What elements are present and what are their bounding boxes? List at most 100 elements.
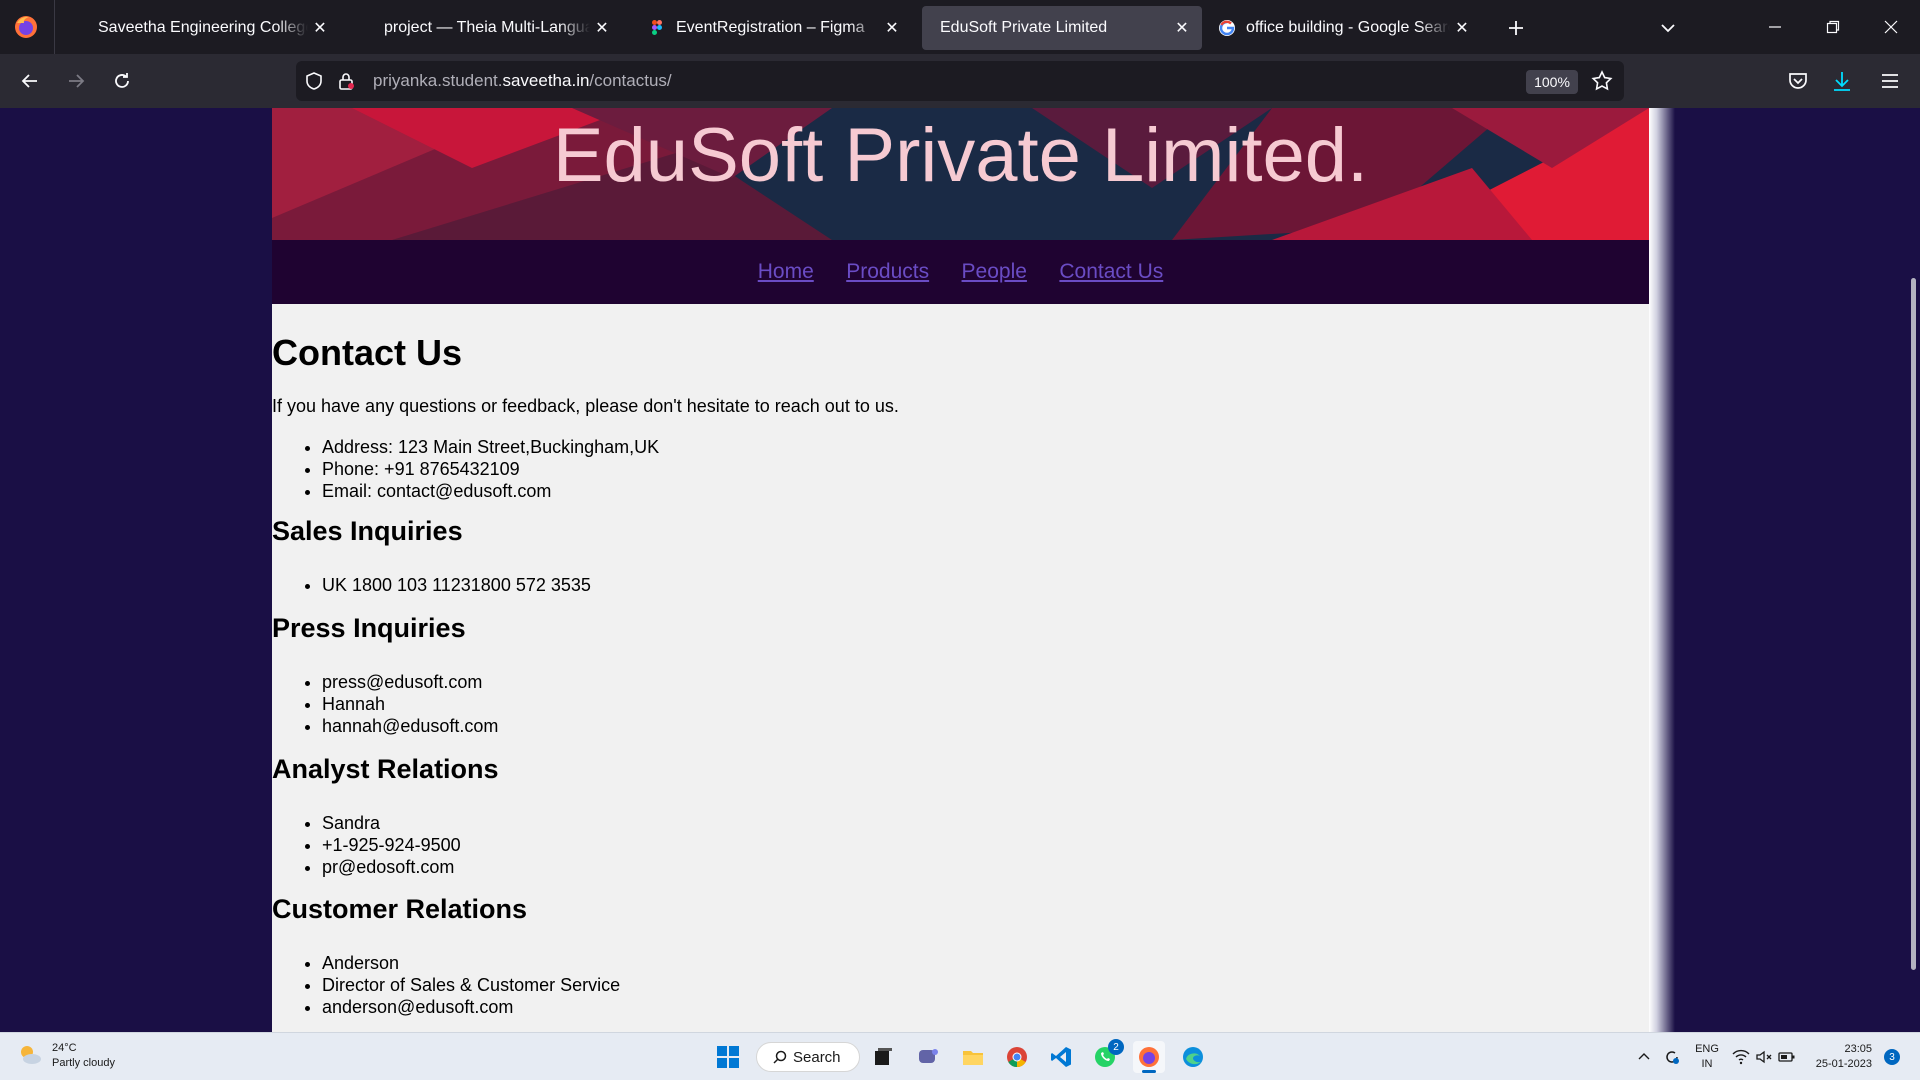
forward-button[interactable]	[60, 65, 92, 97]
back-button[interactable]	[14, 65, 46, 97]
list-item: press@edusoft.com	[322, 671, 498, 693]
page-container: EduSoft Private Limited. Home Products P…	[272, 108, 1649, 1032]
list-item: UK 1800 103 11231800 572 3535	[322, 574, 591, 596]
taskbar-search[interactable]: Search	[756, 1042, 860, 1072]
close-icon[interactable]: ✕	[880, 16, 904, 40]
site-title: EduSoft Private Limited.	[552, 113, 1369, 198]
reload-icon	[115, 73, 129, 88]
nav-link-products[interactable]: Products	[846, 260, 929, 283]
reload-button[interactable]	[106, 65, 138, 97]
tab-separator	[54, 0, 55, 54]
clock[interactable]: 23:05 25-01-2023	[1808, 1042, 1872, 1072]
nav-link-people[interactable]: People	[962, 260, 1027, 283]
page-title: Contact Us	[272, 332, 463, 373]
section-heading-analyst: Analyst Relations	[272, 754, 499, 784]
windows-logo-icon	[717, 1046, 739, 1068]
new-tab-button[interactable]	[1502, 14, 1530, 42]
close-icon[interactable]: ✕	[590, 16, 614, 40]
tab-google-search[interactable]: office building - Google Search ✕	[1210, 6, 1482, 50]
sync-icon	[1666, 1051, 1679, 1064]
list-item-email: Email: contact@edusoft.com	[322, 480, 659, 502]
quick-settings-button[interactable]	[1728, 1041, 1800, 1073]
file-explorer-button[interactable]	[957, 1041, 989, 1073]
tab-saveetha[interactable]: Saveetha Engineering College ✕	[62, 6, 340, 50]
nav-link-home[interactable]: Home	[758, 260, 814, 283]
start-button[interactable]	[712, 1041, 744, 1073]
tab-figma[interactable]: EventRegistration – Figma ✕	[640, 6, 912, 50]
search-icon	[773, 1050, 787, 1064]
tab-theia[interactable]: project — Theia Multi-Language Exa ✕	[348, 6, 622, 50]
notification-badge[interactable]: 3	[1884, 1049, 1900, 1065]
wifi-icon	[1732, 1049, 1750, 1065]
edge-button[interactable]	[1177, 1041, 1209, 1073]
url-prefix: priyanka.student.	[373, 71, 503, 90]
sales-list: UK 1800 103 11231800 572 3535	[322, 574, 591, 596]
list-item: Anderson	[322, 952, 620, 974]
google-icon	[1219, 20, 1235, 36]
close-icon[interactable]: ✕	[1450, 16, 1474, 40]
arrow-left-icon	[21, 74, 37, 88]
minimize-button[interactable]	[1760, 12, 1790, 42]
address-bar[interactable]: priyanka.student.saveetha.in/contactus/ …	[296, 61, 1624, 101]
close-icon[interactable]: ✕	[308, 16, 332, 40]
chevron-up-icon	[1638, 1053, 1650, 1060]
site-nav: Home Products People Contact Us	[272, 240, 1649, 304]
scrollbar-thumb[interactable]	[1911, 278, 1916, 970]
weather-widget[interactable]: 24°C Partly cloudy	[16, 1041, 115, 1071]
list-all-tabs-button[interactable]	[1654, 14, 1682, 42]
pocket-icon	[1789, 73, 1807, 89]
close-icon	[1884, 20, 1898, 34]
firefox-icon	[1139, 1047, 1159, 1067]
list-item-address: Address: 123 Main Street,Buckingham,UK	[322, 436, 659, 458]
downloads-button[interactable]	[1828, 67, 1856, 95]
press-list: press@edusoft.com Hannah hannah@edusoft.…	[322, 671, 498, 737]
tab-favicon-blank	[356, 19, 374, 37]
sync-tray-button[interactable]	[1656, 1041, 1688, 1073]
tab-favicon-blank	[70, 19, 88, 37]
vscode-button[interactable]	[1045, 1041, 1077, 1073]
tab-label: Saveetha Engineering College	[98, 19, 308, 36]
star-icon[interactable]	[1590, 69, 1614, 93]
lock-icon[interactable]	[336, 71, 356, 91]
firefox-taskbar-button[interactable]	[1133, 1041, 1165, 1073]
chrome-button[interactable]	[1001, 1041, 1033, 1073]
restore-button[interactable]	[1818, 12, 1848, 42]
close-icon[interactable]: ✕	[1170, 16, 1194, 40]
weather-temperature: 24°C	[52, 1042, 77, 1054]
tab-edusoft[interactable]: EduSoft Private Limited ✕	[922, 6, 1202, 50]
task-view-button[interactable]	[867, 1041, 899, 1073]
customer-list: Anderson Director of Sales & Customer Se…	[322, 952, 620, 1018]
vertical-scrollbar[interactable]	[1908, 108, 1920, 1032]
tab-label: project — Theia Multi-Language Exa	[384, 19, 590, 36]
volume-muted-icon	[1756, 1050, 1772, 1064]
url-host: saveetha.in	[502, 71, 590, 90]
chat-icon	[919, 1049, 938, 1063]
pocket-button[interactable]	[1784, 67, 1812, 95]
zoom-level-button[interactable]: 100%	[1526, 70, 1578, 94]
shield-icon[interactable]	[304, 71, 324, 91]
list-item: pr@edosoft.com	[322, 856, 461, 878]
list-item: Hannah	[322, 693, 498, 715]
nav-link-contact-us[interactable]: Contact Us	[1059, 260, 1163, 283]
whatsapp-button[interactable]: 2	[1089, 1039, 1124, 1073]
page-edge-shadow	[1649, 108, 1675, 1032]
whatsapp-notification-badge: 2	[1108, 1039, 1124, 1055]
search-label: Search	[793, 1048, 841, 1066]
teams-chat-button[interactable]	[912, 1041, 944, 1073]
menu-button[interactable]	[1876, 67, 1904, 95]
hamburger-menu-icon	[1882, 74, 1898, 88]
list-item: Sandra	[322, 812, 461, 834]
language-indicator[interactable]: ENG IN	[1692, 1042, 1722, 1072]
show-hidden-icons-button[interactable]	[1634, 1041, 1654, 1073]
task-view-icon	[875, 1048, 892, 1065]
close-window-button[interactable]	[1876, 12, 1906, 42]
tab-favicon-blank	[930, 19, 932, 37]
firefox-icon[interactable]	[12, 13, 40, 41]
chrome-icon	[1007, 1047, 1027, 1068]
url-path: /contactus/	[589, 71, 672, 90]
chevron-down-icon	[1661, 24, 1675, 33]
vscode-icon	[1051, 1047, 1071, 1067]
tab-label: EduSoft Private Limited	[940, 19, 1108, 36]
url-text[interactable]: priyanka.student.saveetha.in/contactus/	[373, 71, 672, 91]
site-banner: EduSoft Private Limited.	[272, 108, 1649, 240]
